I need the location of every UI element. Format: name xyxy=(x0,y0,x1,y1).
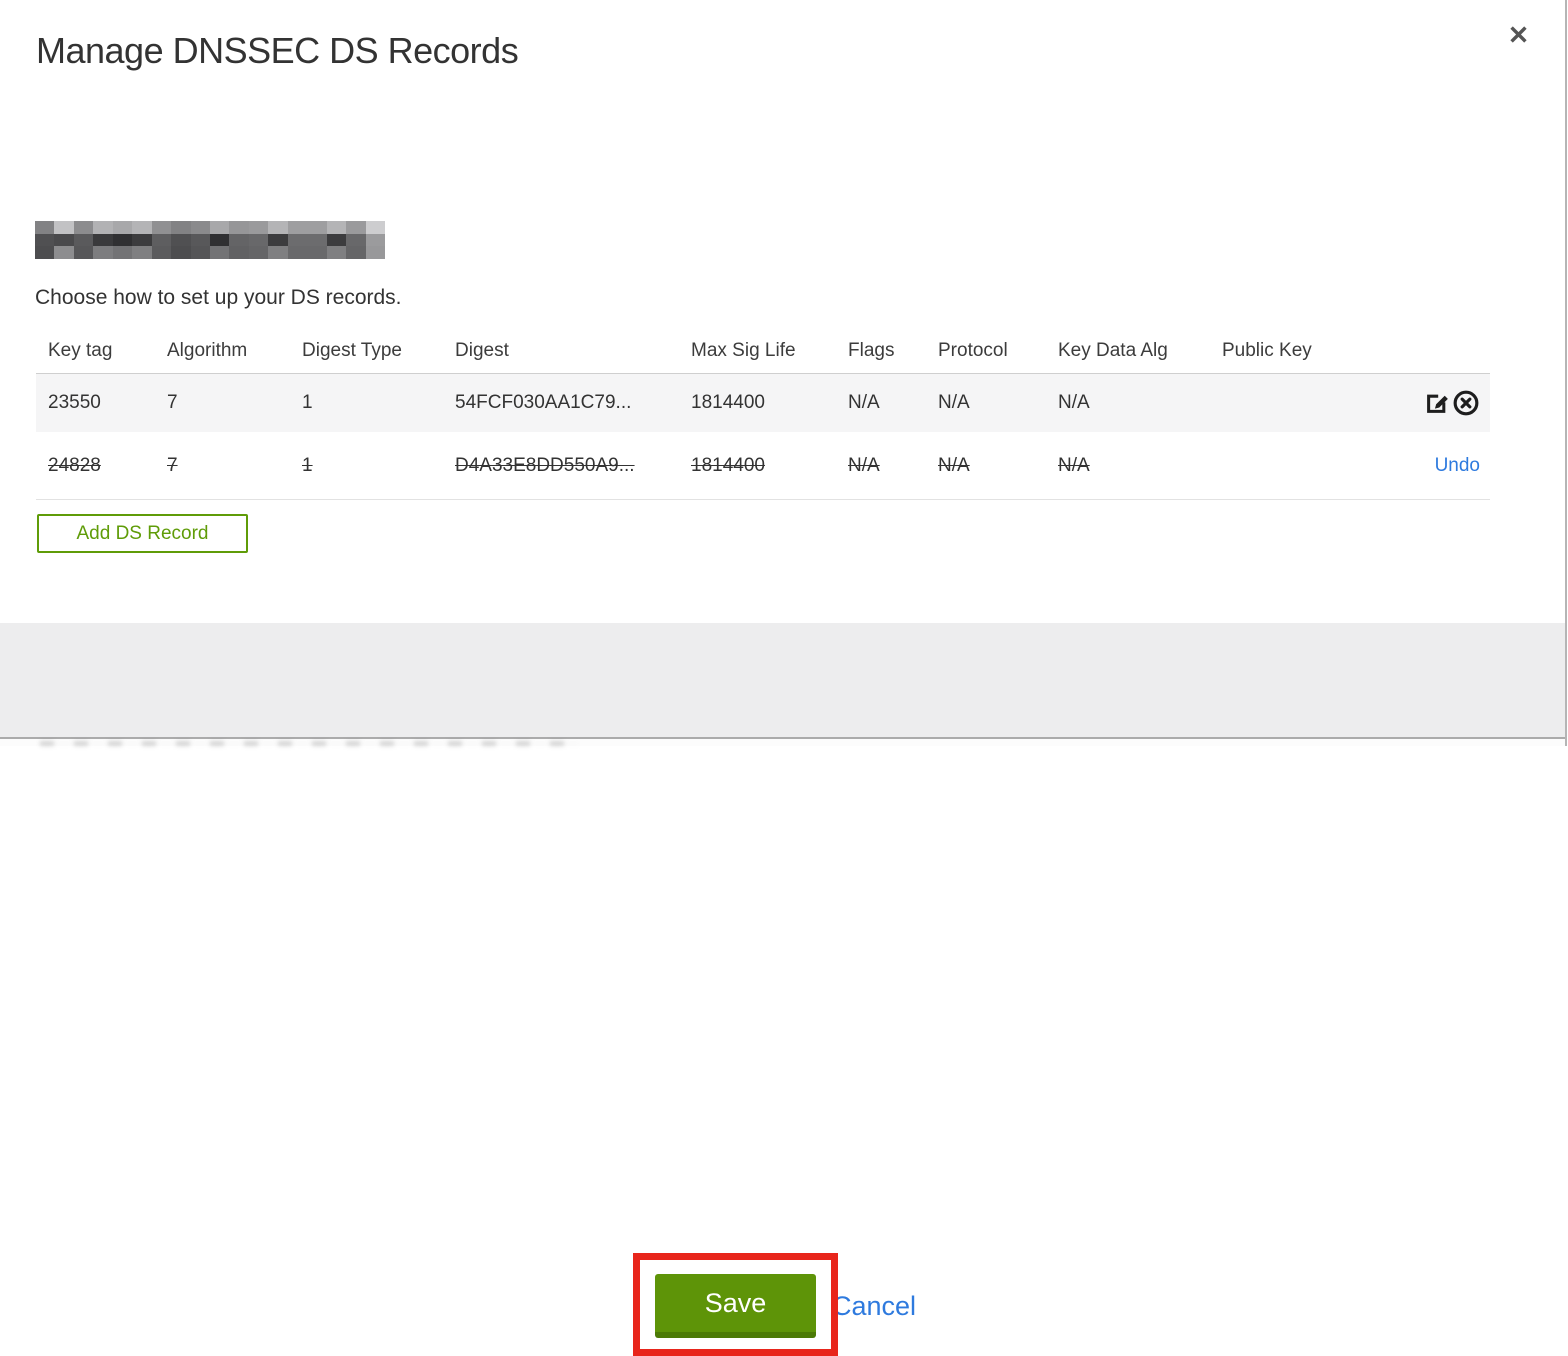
cell-key-tag: 23550 xyxy=(48,392,101,413)
x-mark-icon xyxy=(1509,25,1527,43)
ds-records-table: Key tag Algorithm Digest Type Digest Max… xyxy=(36,328,1490,500)
edit-record-icon[interactable] xyxy=(1422,389,1450,417)
cell-flags: N/A xyxy=(848,454,880,476)
col-header-flags: Flags xyxy=(848,339,895,361)
cell-algorithm: 7 xyxy=(167,392,178,413)
cell-flags: N/A xyxy=(848,392,880,413)
cell-key-tag: 24828 xyxy=(48,454,101,476)
col-header-key-data-alg: Key Data Alg xyxy=(1058,339,1168,361)
undo-link[interactable]: Undo xyxy=(1435,455,1480,477)
subtitle: Choose how to set up your DS records. xyxy=(35,286,402,309)
cell-digest: D4A33E8DD550A9... xyxy=(455,454,635,476)
delete-record-icon[interactable] xyxy=(1452,389,1480,417)
save-button[interactable]: Save xyxy=(655,1274,816,1338)
cancel-link[interactable]: Cancel xyxy=(832,1291,916,1322)
cell-key-data-alg: N/A xyxy=(1058,454,1090,476)
row-actions xyxy=(1350,389,1490,417)
table-row: 23550 7 1 54FCF030AA1C79... 1814400 N/A … xyxy=(36,374,1490,432)
cell-digest: 54FCF030AA1C79... xyxy=(455,392,632,413)
col-header-protocol: Protocol xyxy=(938,339,1008,361)
cell-protocol: N/A xyxy=(938,454,970,476)
col-header-algorithm: Algorithm xyxy=(167,339,248,361)
col-header-digest-type: Digest Type xyxy=(302,339,402,361)
col-header-digest: Digest xyxy=(455,339,509,361)
row-actions: Undo xyxy=(1350,455,1490,477)
background-content-blur xyxy=(40,741,580,746)
cell-max-sig-life: 1814400 xyxy=(691,454,765,476)
col-header-public-key: Public Key xyxy=(1222,339,1312,361)
col-header-key-tag: Key tag xyxy=(48,339,113,361)
cell-algorithm: 7 xyxy=(167,454,178,476)
circle-x-icon xyxy=(1453,390,1479,416)
cell-max-sig-life: 1814400 xyxy=(691,392,765,413)
modal-footer: Save Cancel xyxy=(0,623,1566,1356)
cell-protocol: N/A xyxy=(938,392,970,413)
close-icon[interactable] xyxy=(1504,20,1532,48)
cell-digest-type: 1 xyxy=(302,454,313,476)
table-header-row: Key tag Algorithm Digest Type Digest Max… xyxy=(36,328,1490,374)
col-header-max-sig-life: Max Sig Life xyxy=(691,339,796,361)
pencil-square-icon xyxy=(1426,394,1448,413)
cell-key-data-alg: N/A xyxy=(1058,392,1090,413)
add-ds-record-button[interactable]: Add DS Record xyxy=(37,514,248,553)
table-row-deleted: 24828 7 1 D4A33E8DD550A9... 1814400 N/A … xyxy=(36,432,1490,500)
page-title: Manage DNSSEC DS Records xyxy=(36,30,519,71)
domain-name-redacted xyxy=(35,221,385,259)
modal-right-edge xyxy=(1565,0,1567,746)
cell-digest-type: 1 xyxy=(302,392,313,413)
